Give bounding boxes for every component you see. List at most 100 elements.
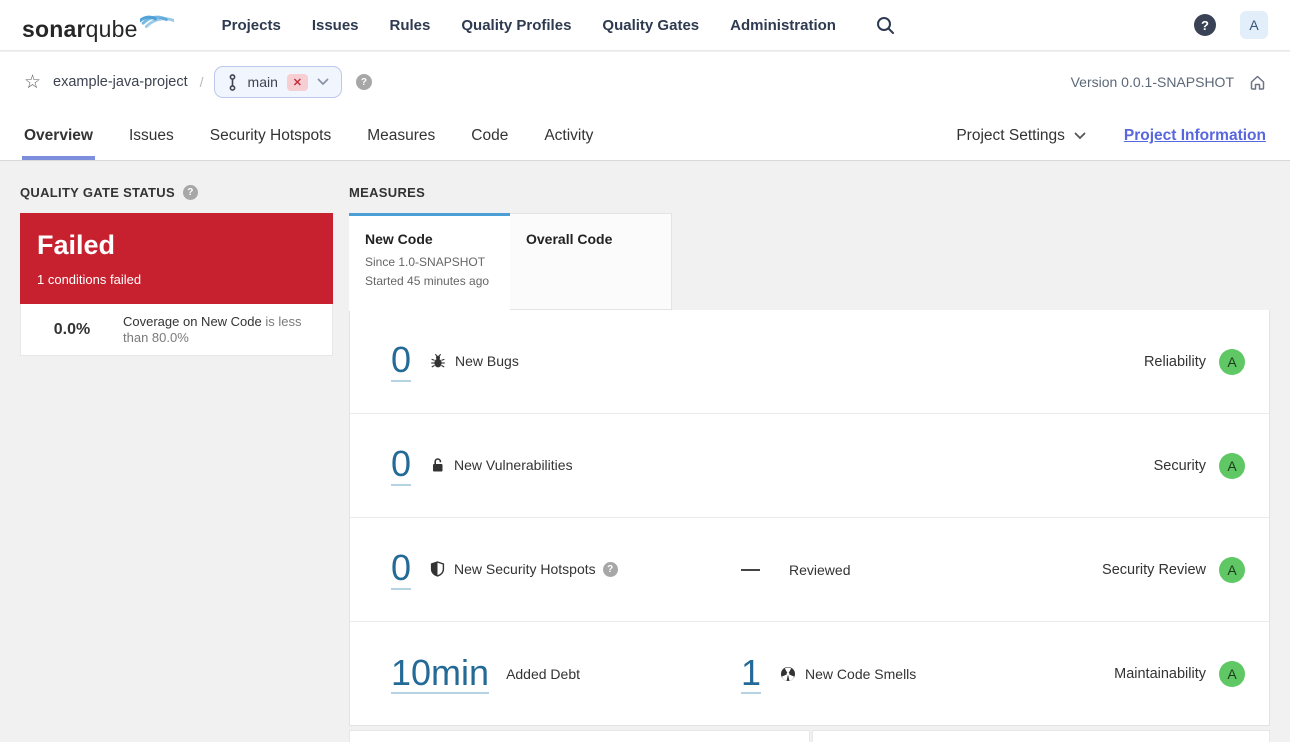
security-rating-badge: A (1219, 452, 1245, 479)
added-debt-link[interactable]: 10min (391, 653, 490, 695)
row-left: 10min Added Debt (350, 653, 581, 695)
maintainability-label: Maintainability (1114, 666, 1206, 682)
project-tabs-bar: Overview Issues Security Hotspots Measur… (0, 112, 1290, 161)
row-left: 0 New Security Hotspots ? (350, 549, 618, 590)
tab-code[interactable]: Code (471, 112, 508, 160)
measures-list: 0 New Bugs Reliability A 0 New Vulnerabi… (349, 310, 1270, 726)
quality-gate-help-icon[interactable]: ? (182, 185, 198, 200)
nav-quality-profiles[interactable]: Quality Profiles (461, 17, 571, 34)
security-review-rating-badge: A (1219, 556, 1245, 583)
security-label: Security (1153, 457, 1206, 474)
tabs-right: Project Settings Project Information (956, 112, 1266, 160)
bottom-card-right (812, 730, 1270, 742)
breadcrumb-separator: / (199, 74, 204, 90)
measures-panel: MEASURES New Code Since 1.0-SNAPSHOT Sta… (349, 185, 1270, 742)
measures-tabs: New Code Since 1.0-SNAPSHOT Started 45 m… (349, 213, 1270, 311)
new-vulnerabilities-count-link[interactable]: 0 (391, 445, 412, 486)
nav-projects[interactable]: Projects (222, 17, 281, 34)
help-icon[interactable]: ? (1194, 14, 1216, 36)
logo-text: sonarqube (22, 16, 138, 42)
logo-swoosh-icon (139, 15, 174, 29)
favorite-star-icon[interactable]: ☆ (24, 73, 41, 92)
project-settings-label: Project Settings (956, 127, 1065, 144)
reviewed-dash (741, 568, 760, 571)
new-code-smells-count-link[interactable]: 1 (741, 653, 762, 695)
lock-icon (430, 457, 445, 473)
reliability-rating-badge: A (1219, 348, 1245, 375)
overall-code-tab-label: Overall Code (526, 231, 613, 247)
row-rating: Maintainability A (1114, 661, 1245, 687)
bottom-card-left (349, 730, 810, 742)
bug-icon (430, 353, 446, 369)
quality-gate-status-card: Failed 1 conditions failed (20, 213, 333, 304)
tab-overall-code[interactable]: Overall Code (510, 213, 672, 310)
maintainability-rating-badge: A (1219, 661, 1245, 687)
tab-measures[interactable]: Measures (367, 112, 435, 160)
home-icon[interactable] (1249, 74, 1266, 91)
new-code-since: Since 1.0-SNAPSHOT (365, 255, 486, 269)
branch-selector[interactable]: main ✕ (213, 66, 342, 98)
new-bugs-label: New Bugs (455, 353, 519, 370)
branch-icon (229, 73, 235, 91)
reliability-label: Reliability (1143, 353, 1206, 370)
main-nav: Projects Issues Rules Quality Profiles Q… (222, 17, 836, 34)
measure-row-vulnerabilities: 0 New Vulnerabilities Security A (350, 414, 1269, 518)
quality-gate-status: Failed (37, 230, 116, 260)
nav-issues[interactable]: Issues (312, 17, 359, 34)
added-debt-label: Added Debt (506, 665, 581, 682)
sonarqube-overview-page: sonarqube Projects Issues Rules Quality … (0, 0, 1290, 742)
nav-administration[interactable]: Administration (730, 17, 836, 34)
quality-gate-panel: QUALITY GATE STATUS ? Failed 1 condition… (20, 185, 333, 356)
tab-activity[interactable]: Activity (544, 112, 593, 160)
chevron-down-icon (317, 78, 329, 86)
search-icon[interactable] (876, 16, 895, 35)
row-left: 0 New Vulnerabilities (350, 445, 573, 486)
condition-description: Coverage on New Code is less than 80.0% (123, 314, 328, 346)
tab-issues[interactable]: Issues (129, 112, 174, 160)
new-code-tab-label: New Code (365, 231, 433, 247)
breadcrumb: ☆ example-java-project / main ✕ ? Versio… (0, 52, 1290, 112)
new-vulnerabilities-label: New Vulnerabilities (454, 457, 573, 474)
row-left: 0 New Bugs (350, 341, 519, 382)
new-hotspots-label: New Security Hotspots (454, 561, 596, 578)
tab-new-code[interactable]: New Code Since 1.0-SNAPSHOT Started 45 m… (349, 213, 510, 311)
shield-icon (430, 561, 445, 578)
chevron-down-icon (1074, 132, 1086, 140)
branch-failed-badge[interactable]: ✕ (286, 73, 308, 91)
top-nav: sonarqube Projects Issues Rules Quality … (0, 0, 1290, 51)
condition-metric: Coverage on New Code (123, 313, 262, 329)
quality-gate-condition[interactable]: 0.0% Coverage on New Code is less than 8… (20, 304, 333, 356)
project-settings-menu[interactable]: Project Settings (956, 127, 1086, 145)
avatar[interactable]: A (1240, 11, 1268, 39)
breadcrumb-project-link[interactable]: example-java-project (53, 74, 188, 90)
quality-gate-title: QUALITY GATE STATUS ? (20, 185, 333, 200)
reviewed-label: Reviewed (789, 561, 851, 578)
hotspots-help-icon[interactable]: ? (602, 561, 618, 577)
branch-help-icon[interactable]: ? (355, 74, 372, 90)
row-secondary: 1 New Code Smells (741, 653, 916, 695)
project-version: Version 0.0.1-SNAPSHOT (1070, 74, 1234, 90)
new-hotspots-count-link[interactable]: 0 (391, 549, 412, 590)
row-rating: Security Review A (1102, 556, 1245, 583)
row-secondary: Reviewed (741, 562, 850, 578)
security-review-label: Security Review (1102, 561, 1206, 578)
measure-row-bugs: 0 New Bugs Reliability A (350, 310, 1269, 414)
measure-row-maintainability: 10min Added Debt 1 New Code Smells Maint… (350, 622, 1269, 726)
nav-rules[interactable]: Rules (390, 17, 431, 34)
new-code-started: Started 45 minutes ago (365, 274, 490, 288)
project-information-link[interactable]: Project Information (1124, 127, 1266, 145)
bottom-cards (349, 730, 1270, 742)
sonarqube-logo[interactable]: sonarqube (22, 7, 174, 43)
measures-title: MEASURES (349, 185, 426, 200)
row-rating: Reliability A (1143, 348, 1245, 375)
measure-row-hotspots: 0 New Security Hotspots ? Reviewed Secur… (350, 518, 1269, 622)
quality-gate-title-text: QUALITY GATE STATUS (20, 185, 175, 200)
branch-name: main (247, 74, 278, 90)
tab-security-hotspots[interactable]: Security Hotspots (210, 112, 331, 160)
row-rating: Security A (1153, 452, 1245, 479)
condition-value: 0.0% (53, 320, 91, 338)
nav-quality-gates[interactable]: Quality Gates (602, 17, 699, 34)
new-bugs-count-link[interactable]: 0 (391, 341, 412, 382)
tab-overview[interactable]: Overview (22, 112, 95, 160)
breadcrumb-right: Version 0.0.1-SNAPSHOT (1071, 74, 1266, 91)
